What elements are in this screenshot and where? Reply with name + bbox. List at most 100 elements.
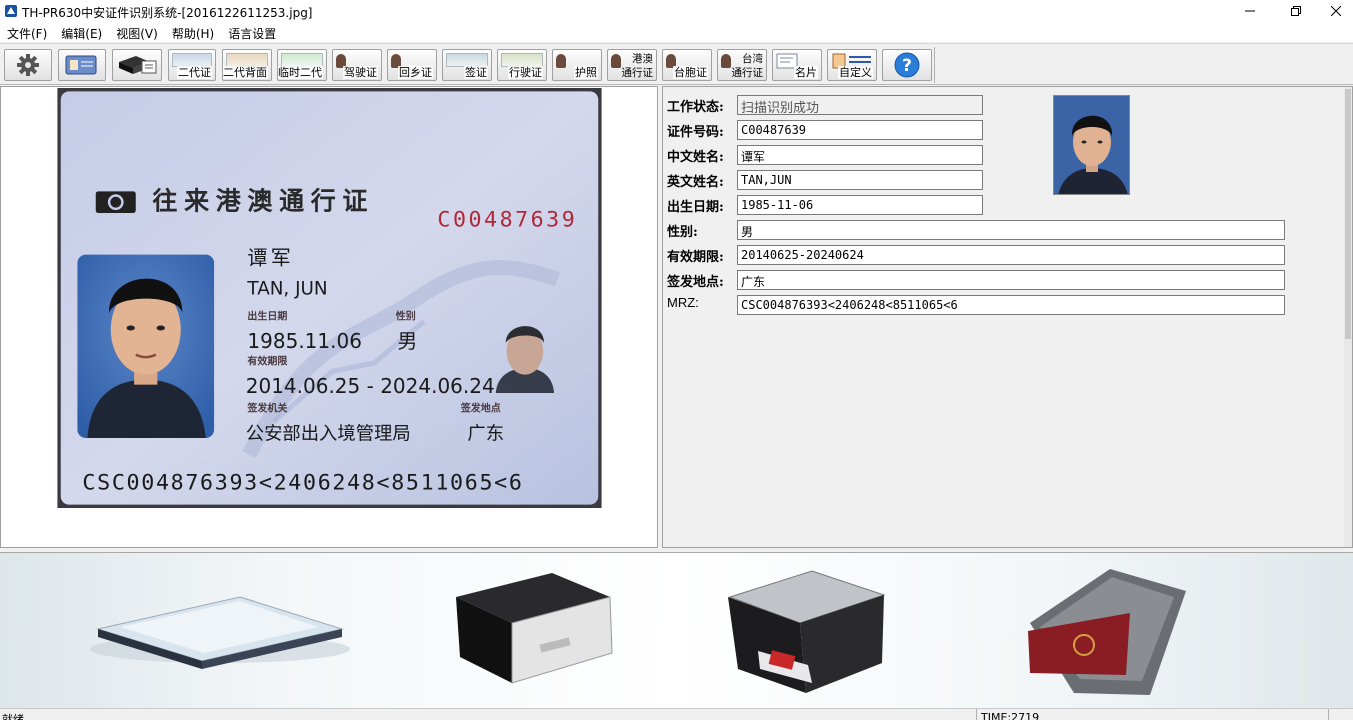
tab-id-card[interactable]: 二代证 bbox=[168, 49, 216, 81]
portrait-photo bbox=[1053, 95, 1130, 195]
card-number: C00487639 bbox=[437, 207, 577, 232]
birth-date-label: 出生日期: bbox=[667, 200, 724, 215]
vehicle-license-label: 行驶证 bbox=[508, 66, 543, 79]
compact-scanner-image bbox=[456, 573, 613, 684]
tab-driver-license[interactable]: 驾驶证 bbox=[332, 49, 382, 81]
id-card-label: 二代证 bbox=[177, 66, 212, 79]
card-sex: 男 bbox=[397, 329, 417, 353]
status-time: TIME:2719 bbox=[976, 709, 1039, 720]
tab-visa[interactable]: 签证 bbox=[442, 49, 492, 81]
scanned-card-image: 往来港澳通行证 C00487639 谭军 TAN, JUN 出生日期 性别 19… bbox=[57, 88, 602, 508]
hk-macau-permit-label2: 通行证 bbox=[621, 67, 654, 79]
card-authority: 公安部出入境管理局 bbox=[246, 424, 411, 445]
tab-id-card-back[interactable]: 二代背面 bbox=[222, 49, 272, 81]
toolbar-divider bbox=[934, 47, 935, 83]
card-mrz: CSC004876393<2406248<8511065<6 bbox=[82, 471, 523, 496]
passport-label: 护照 bbox=[574, 66, 598, 79]
home-return-permit-label: 回乡证 bbox=[398, 66, 433, 79]
tab-home-return-permit[interactable]: 回乡证 bbox=[387, 49, 437, 81]
scan-image-pane: 往来港澳通行证 C00487639 谭军 TAN, JUN 出生日期 性别 19… bbox=[0, 86, 658, 548]
passport-icon bbox=[556, 54, 566, 68]
hk-macau-permit-label: 港澳 bbox=[632, 53, 653, 65]
minimize-button[interactable] bbox=[1227, 0, 1273, 22]
mrz-label: MRZ: bbox=[667, 295, 699, 310]
card-validity: 2014.06.25 - 2024.06.24 bbox=[246, 374, 495, 398]
restore-icon bbox=[1291, 6, 1301, 16]
status-field[interactable]: 扫描识别成功 bbox=[737, 95, 983, 115]
scrollbar-thumb[interactable] bbox=[1345, 89, 1351, 339]
card-emblem bbox=[95, 191, 136, 213]
settings-button[interactable] bbox=[4, 49, 52, 81]
card-photo bbox=[77, 254, 215, 438]
card-validity-label: 有效期限 bbox=[247, 355, 288, 368]
tab-business-card[interactable]: 名片 bbox=[772, 49, 822, 81]
card-name-en: TAN, JUN bbox=[246, 279, 327, 300]
id-card-back-label: 二代背面 bbox=[223, 66, 268, 79]
status-bar: 就绪 TIME:2719 bbox=[0, 708, 1353, 720]
tab-custom[interactable]: 自定义 bbox=[827, 49, 877, 81]
menu-language[interactable]: 语言设置 bbox=[221, 22, 283, 42]
tab-hk-macau-permit[interactable]: 港澳 通行证 bbox=[607, 49, 657, 81]
sex-label: 性别: bbox=[667, 225, 698, 240]
passport-reader-image bbox=[1028, 569, 1186, 695]
scanner-button[interactable] bbox=[112, 49, 162, 81]
help-icon: ? bbox=[894, 52, 920, 78]
status-text: 就绪 bbox=[2, 713, 24, 720]
visa-label: 签证 bbox=[464, 66, 488, 79]
issue-place-field[interactable]: 广东 bbox=[737, 270, 1285, 290]
custom-label: 自定义 bbox=[838, 66, 873, 79]
mrz-field[interactable]: CSC004876393<2406248<8511065<6 bbox=[737, 295, 1285, 315]
visa-icon bbox=[446, 53, 488, 67]
tab-temp-id[interactable]: 临时二代 bbox=[277, 49, 327, 81]
validity-field[interactable]: 20140625-20240624 bbox=[737, 245, 1285, 265]
close-button[interactable] bbox=[1318, 0, 1353, 22]
card-scan-button[interactable] bbox=[58, 49, 106, 81]
chinese-name-label: 中文姓名: bbox=[667, 150, 724, 165]
tab-taiwan-compatriot[interactable]: 台胞证 bbox=[662, 49, 712, 81]
flatbed-scanner-image bbox=[90, 596, 350, 669]
window-title: TH-PR630中安证件识别系统-[2016122611253.jpg] bbox=[22, 6, 313, 20]
result-scrollbar[interactable] bbox=[1344, 87, 1352, 547]
chinese-name-field[interactable]: 谭军 bbox=[737, 145, 983, 165]
result-pane: 工作状态: 扫描识别成功 证件号码: C00487639 中文姓名: 谭军 英文… bbox=[662, 86, 1353, 548]
menu-file[interactable]: 文件(F) bbox=[0, 22, 54, 42]
english-name-label: 英文姓名: bbox=[667, 175, 724, 190]
card-sex-label: 性别 bbox=[395, 310, 416, 323]
card-scan-icon bbox=[65, 55, 97, 75]
close-icon bbox=[1330, 6, 1341, 16]
card-dob: 1985.11.06 bbox=[247, 329, 362, 353]
card-place: 广东 bbox=[467, 424, 504, 445]
taiwan-permit-label: 台湾 bbox=[742, 53, 763, 65]
status-divider bbox=[1328, 709, 1329, 720]
english-name-field[interactable]: TAN,JUN bbox=[737, 170, 983, 190]
taiwan-permit-label2: 通行证 bbox=[731, 67, 764, 79]
menu-view[interactable]: 视图(V) bbox=[109, 22, 165, 42]
birth-date-field[interactable]: 1985-11-06 bbox=[737, 195, 983, 215]
help-button[interactable]: ? bbox=[882, 49, 932, 81]
sex-field[interactable]: 男 bbox=[737, 220, 1285, 240]
card-title: 往来港澳通行证 bbox=[152, 187, 374, 216]
id-number-field[interactable]: C00487639 bbox=[737, 120, 983, 140]
restore-button[interactable] bbox=[1273, 0, 1319, 22]
scanner-icon bbox=[119, 56, 157, 74]
menu-edit[interactable]: 编辑(E) bbox=[54, 22, 109, 42]
card-authority-label: 签发机关 bbox=[246, 401, 287, 414]
id-number-label: 证件号码: bbox=[667, 125, 724, 140]
tab-vehicle-license[interactable]: 行驶证 bbox=[497, 49, 547, 81]
portrait-image bbox=[1054, 96, 1129, 194]
temp-id-icon bbox=[281, 53, 323, 67]
gear-icon bbox=[17, 54, 39, 76]
minimize-icon bbox=[1245, 10, 1255, 12]
devices-image bbox=[90, 569, 1186, 695]
taiwan-permit-icon bbox=[721, 54, 731, 68]
issue-place-label: 签发地点: bbox=[667, 275, 724, 290]
tab-passport[interactable]: 护照 bbox=[552, 49, 602, 81]
driver-license-label: 驾驶证 bbox=[343, 66, 378, 79]
business-card-label: 名片 bbox=[794, 66, 818, 79]
temp-id-label: 临时二代 bbox=[278, 66, 323, 79]
id-card-icon bbox=[172, 53, 212, 67]
document-scanner-image bbox=[728, 570, 886, 693]
tab-taiwan-permit[interactable]: 台湾 通行证 bbox=[717, 49, 767, 81]
menu-help[interactable]: 帮助(H) bbox=[165, 22, 221, 42]
status-label: 工作状态: bbox=[667, 100, 724, 115]
